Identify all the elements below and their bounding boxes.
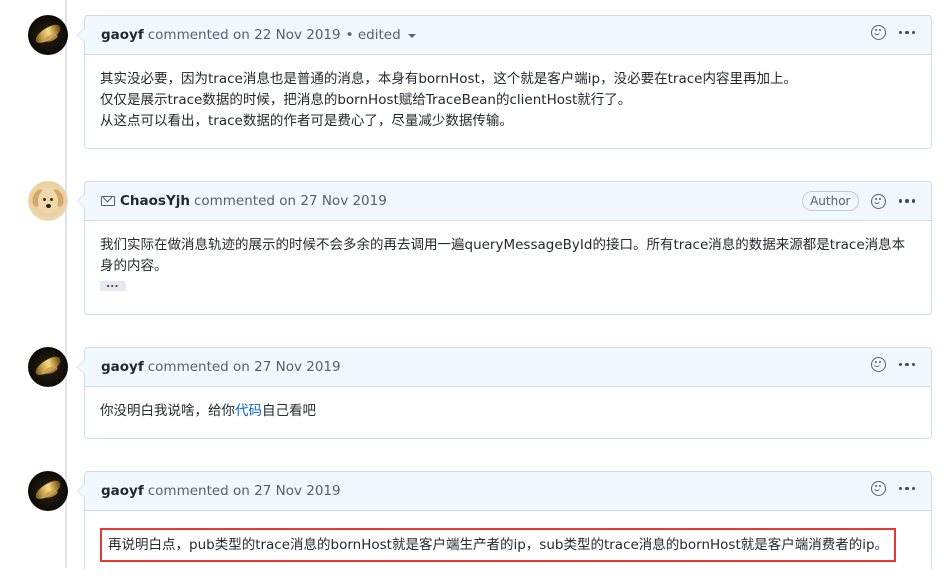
comment-timestamp[interactable]: commented on 27 Nov 2019 bbox=[148, 483, 341, 499]
comment-line: 我们实际在做消息轨迹的展示的时候不会多余的再去调用一遍queryMessageB… bbox=[100, 237, 906, 253]
comment-line: 其实没必要，因为trace消息也是普通的消息，本身有bornHost，这个就是客… bbox=[100, 71, 797, 87]
comment-header: gaoyf commented on 22 Nov 2019 • edited bbox=[85, 16, 931, 55]
kebab-horizontal-icon[interactable] bbox=[898, 194, 915, 209]
kebab-horizontal-icon[interactable] bbox=[898, 25, 915, 40]
avatar[interactable] bbox=[28, 347, 68, 387]
edited-label[interactable]: • edited bbox=[346, 27, 401, 43]
comment-line: 从这点可以看出，trace数据的作者可是费心了，尽量减少数据传输。 bbox=[100, 113, 513, 129]
comment-header: gaoyf commented on 27 Nov 2019 bbox=[85, 472, 931, 511]
comment-line: 身的内容。 bbox=[100, 258, 168, 274]
author-link[interactable]: gaoyf bbox=[101, 359, 144, 375]
mail-icon bbox=[101, 196, 115, 206]
smiley-icon[interactable] bbox=[870, 25, 886, 40]
kebab-horizontal-icon[interactable] bbox=[898, 357, 915, 372]
comment-body: 再说明白点，pub类型的trace消息的bornHost就是客户端生产者的ip，… bbox=[85, 511, 931, 576]
avatar[interactable] bbox=[28, 471, 68, 511]
comment-body: 你没明白我说啥，给你代码自己看吧 bbox=[85, 387, 931, 436]
comment-timestamp[interactable]: commented on 22 Nov 2019 bbox=[148, 27, 341, 43]
comment-box: gaoyf commented on 27 Nov 2019 再说明白点，pub… bbox=[77, 471, 932, 569]
comment-header: gaoyf commented on 27 Nov 2019 bbox=[85, 348, 931, 387]
gold-bird-icon bbox=[32, 478, 64, 502]
gold-bird-icon bbox=[32, 354, 64, 378]
gold-bird-icon bbox=[32, 22, 64, 46]
comment-line: 你没明白我说啥，给你代码自己看吧 bbox=[100, 403, 316, 419]
avatar[interactable] bbox=[28, 181, 68, 221]
code-link[interactable]: 代码 bbox=[235, 403, 262, 419]
kebab-horizontal-icon[interactable] bbox=[898, 481, 915, 496]
comment-body: 其实没必要，因为trace消息也是普通的消息，本身有bornHost，这个就是客… bbox=[85, 55, 931, 146]
smiley-icon[interactable] bbox=[870, 357, 886, 372]
author-link[interactable]: ChaosYjh bbox=[120, 193, 190, 209]
author-badge: Author bbox=[802, 191, 859, 211]
smiley-icon[interactable] bbox=[870, 193, 886, 209]
chevron-down-icon[interactable] bbox=[407, 34, 416, 38]
highlighted-comment-line: 再说明白点，pub类型的trace消息的bornHost就是客户端生产者的ip，… bbox=[100, 528, 897, 562]
comment-timestamp[interactable]: commented on 27 Nov 2019 bbox=[194, 193, 387, 209]
author-link[interactable]: gaoyf bbox=[101, 483, 144, 499]
comment-box: gaoyf commented on 27 Nov 2019 你没明白我说啥，给… bbox=[77, 347, 932, 439]
show-hidden-button[interactable] bbox=[100, 273, 126, 294]
comment-box: ChaosYjh commented on 27 Nov 2019 Author… bbox=[77, 181, 932, 315]
comment-box: gaoyf commented on 22 Nov 2019 • edited … bbox=[77, 15, 932, 149]
comment-line: 仅仅是展示trace数据的时候，把消息的bornHost赋给TraceBean的… bbox=[100, 92, 632, 108]
smiley-icon[interactable] bbox=[870, 481, 886, 496]
comment-header: ChaosYjh commented on 27 Nov 2019 Author bbox=[85, 182, 931, 221]
comment-body: 我们实际在做消息轨迹的展示的时候不会多余的再去调用一遍queryMessageB… bbox=[85, 221, 931, 312]
avatar[interactable] bbox=[28, 15, 68, 55]
author-link[interactable]: gaoyf bbox=[101, 27, 144, 43]
dog-icon bbox=[38, 189, 58, 213]
comment-timestamp[interactable]: commented on 27 Nov 2019 bbox=[148, 359, 341, 375]
